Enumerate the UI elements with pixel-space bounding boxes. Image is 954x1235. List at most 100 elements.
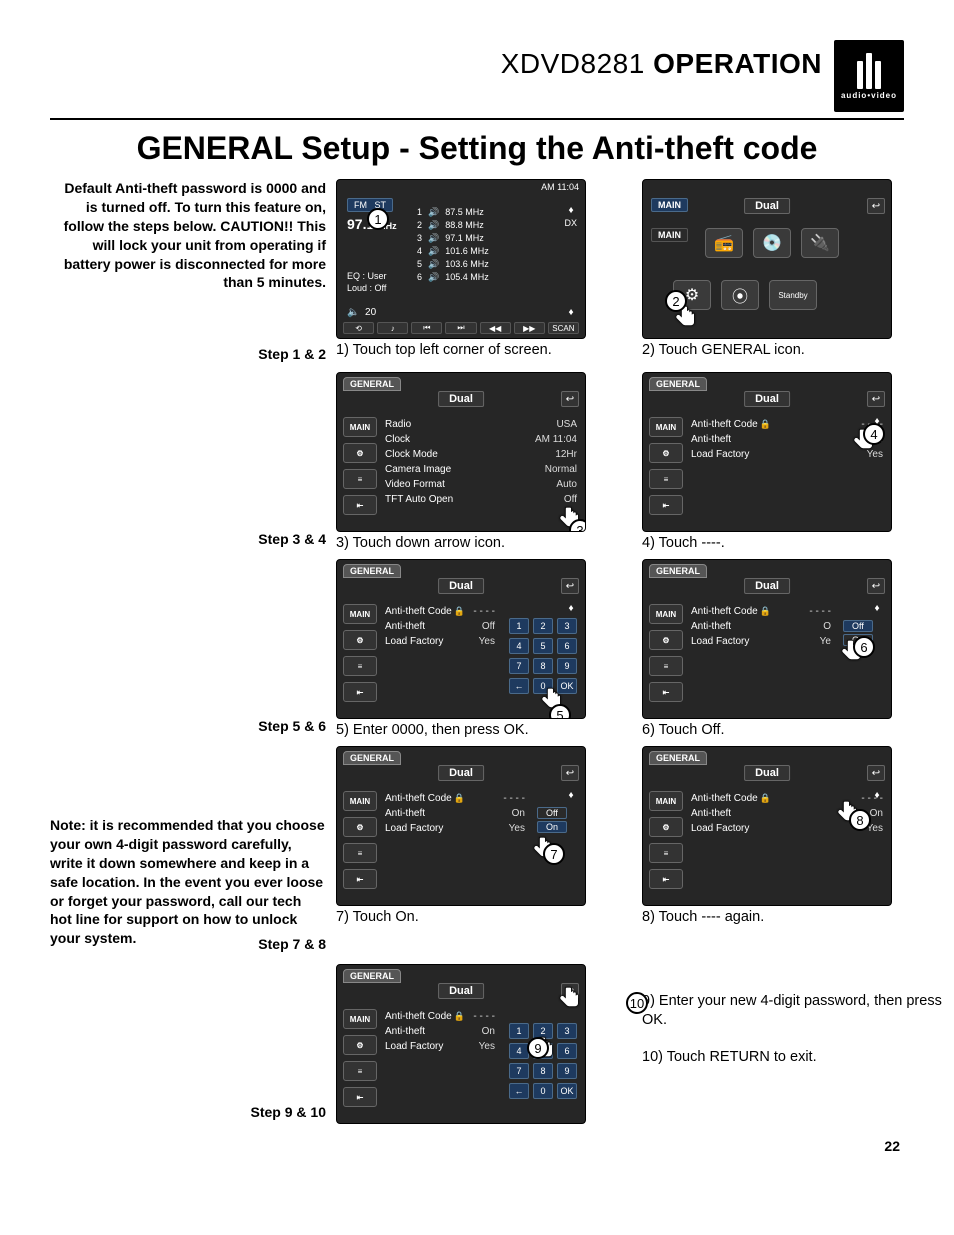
- bottom-buttons: ⟲♪⏮⏭◀◀▶▶SCAN: [343, 322, 579, 334]
- caption-4: 4) Touch ----.: [642, 535, 942, 551]
- side-eq-icon: ≡: [343, 1061, 377, 1081]
- side-eq-icon: ≡: [343, 656, 377, 676]
- option-off[interactable]: Off: [843, 620, 873, 632]
- screenshot-step4: GENERAL Dual ↩ MAIN ⚙ ≡ ⇤ Anti-theft Cod…: [642, 372, 892, 532]
- side-main: MAIN: [343, 1009, 377, 1029]
- side-exit-icon: ⇤: [649, 682, 683, 702]
- operation-label: OPERATION: [653, 48, 822, 79]
- up-arrow-icon: ♦: [871, 602, 883, 614]
- option-on[interactable]: On: [537, 821, 567, 833]
- general-tab: GENERAL: [343, 377, 401, 391]
- side-gear-icon: ⚙: [649, 443, 683, 463]
- return-icon: ↩: [561, 578, 579, 594]
- screenshot-step7: GENERAL Dual ↩ MAIN ⚙ ≡ ⇤ Anti-theft Cod…: [336, 746, 586, 906]
- disc-setup-icon: ⦿: [721, 280, 759, 310]
- screenshot-step6: GENERAL Dual ↩ MAIN ⚙ ≡ ⇤ Anti-theft Cod…: [642, 559, 892, 719]
- logo-subtext: audio•video: [841, 91, 897, 100]
- settings-list: Anti-theft Code- - - - Anti-theftOff Loa…: [385, 604, 495, 649]
- dual-badge: Dual: [744, 578, 790, 594]
- screenshot-step9: GENERAL Dual ↩ MAIN ⚙ ≡ ⇤ Anti-theft Cod…: [336, 964, 586, 1124]
- return-icon: ↩: [867, 198, 885, 214]
- up-arrow-icon: ♦: [871, 789, 883, 801]
- dual-badge: Dual: [744, 765, 790, 781]
- return-icon: ↩: [867, 391, 885, 407]
- side-exit-icon: ⇤: [649, 495, 683, 515]
- screenshot-step5: GENERAL Dual ↩ MAIN ⚙ ≡ ⇤ Anti-theft Cod…: [336, 559, 586, 719]
- side-main: MAIN: [649, 791, 683, 811]
- caption-3: 3) Touch down arrow icon.: [336, 535, 636, 551]
- lock-icon: [452, 606, 465, 617]
- settings-list: Anti-theft Code- - - - Anti-theftO Load …: [691, 604, 831, 649]
- caption-9: 9) Enter your new 4-digit password, then…: [642, 992, 942, 1030]
- side-main: MAIN: [343, 417, 377, 437]
- caption-7: 7) Touch On.: [336, 909, 636, 925]
- volume: 🔈 20: [347, 307, 376, 318]
- screenshot-step1: AM 11:04 FM ST 97.1 MHz DX 1🔊87.5 MHz 2🔊…: [336, 179, 586, 339]
- dual-badge: Dual: [744, 391, 790, 407]
- return-icon: ↩: [561, 391, 579, 407]
- step-label-78: Step 7 & 8: [50, 936, 330, 956]
- source-icon-3: 🔌: [801, 228, 839, 258]
- lock-icon: [758, 606, 771, 617]
- general-tab: GENERAL: [343, 969, 401, 983]
- lock-icon: [758, 419, 771, 430]
- screenshot-step8: GENERAL Dual ↩ MAIN ⚙ ≡ ⇤ Anti-theft Cod…: [642, 746, 892, 906]
- general-tab: GENERAL: [343, 564, 401, 578]
- return-icon: ↩: [561, 765, 579, 781]
- caption-1: 1) Touch top left corner of screen.: [336, 342, 636, 358]
- dual-badge: Dual: [438, 765, 484, 781]
- eq-info: EQ : UserLoud : Off: [347, 270, 387, 294]
- side-gear-icon: ⚙: [343, 443, 377, 463]
- intro-text: Default Anti-theft password is 0000 and …: [50, 179, 330, 292]
- side-main: MAIN: [343, 791, 377, 811]
- marker-1: 1: [367, 208, 389, 230]
- caption-10: 10) Touch RETURN to exit.: [642, 1048, 942, 1067]
- side-gear-icon: ⚙: [343, 630, 377, 650]
- step-label-12: Step 1 & 2: [50, 346, 330, 366]
- dual-badge: Dual: [438, 578, 484, 594]
- general-tab: GENERAL: [649, 377, 707, 391]
- marker-3: 3: [569, 519, 586, 532]
- settings-list: Anti-theft Code- - - - Anti-theftOn Load…: [385, 791, 525, 836]
- side-gear-icon: ⚙: [649, 817, 683, 837]
- band: FM: [354, 200, 367, 210]
- page-number: 22: [50, 1138, 904, 1154]
- option-off[interactable]: Off: [537, 807, 567, 819]
- side-main: MAIN: [649, 417, 683, 437]
- caption-2: 2) Touch GENERAL icon.: [642, 342, 942, 358]
- keypad[interactable]: 123 456 789 ←0OK: [509, 618, 577, 694]
- dx-indicator: DX: [564, 218, 577, 228]
- side-main: MAIN: [343, 604, 377, 624]
- page-title: GENERAL Setup - Setting the Anti-theft c…: [50, 130, 904, 167]
- step-label-910: Step 9 & 10: [50, 1104, 330, 1124]
- main-label: MAIN: [651, 198, 688, 212]
- side-exit-icon: ⇤: [343, 495, 377, 515]
- settings-list: RadioUSA ClockAM 11:04 Clock Mode12Hr Ca…: [385, 417, 577, 507]
- note-text: Note: it is recommended that you choose …: [50, 816, 326, 948]
- side-exit-icon: ⇤: [343, 869, 377, 889]
- side-eq-icon: ≡: [649, 656, 683, 676]
- side-exit-icon: ⇤: [343, 1087, 377, 1107]
- marker-8: 8: [849, 809, 871, 831]
- side-gear-icon: ⚙: [649, 630, 683, 650]
- side-exit-icon: ⇤: [649, 869, 683, 889]
- caption-6: 6) Touch Off.: [642, 722, 942, 738]
- up-arrow-icon: ♦: [565, 789, 577, 801]
- marker-5: 5: [549, 704, 571, 719]
- caption-8: 8) Touch ---- again.: [642, 909, 942, 925]
- preset-list: 1🔊87.5 MHz 2🔊88.8 MHz 3🔊97.1 MHz 4🔊101.6…: [417, 206, 489, 284]
- clock: AM 11:04: [541, 182, 579, 192]
- dual-logo: audio•video: [834, 40, 904, 112]
- general-tab: GENERAL: [649, 751, 707, 765]
- dual-badge: Dual: [438, 391, 484, 407]
- screenshot-step3: GENERAL Dual ↩ MAIN ⚙ ≡ ⇤ RadioUSA Clock…: [336, 372, 586, 532]
- dual-badge: Dual: [744, 198, 790, 214]
- page-header: XDVD8281 OPERATION: [501, 40, 822, 80]
- dual-badge: Dual: [438, 983, 484, 999]
- return-icon: ↩: [867, 765, 885, 781]
- side-exit-icon: ⇤: [343, 682, 377, 702]
- screenshot-step2: MAIN Dual ↩ MAIN 📻 💿 🔌 ⚙ ⦿ Standby 2: [642, 179, 892, 339]
- side-eq-icon: ≡: [343, 843, 377, 863]
- source-icon-2: 💿: [753, 228, 791, 258]
- up-arrow-icon: ♦: [565, 204, 577, 216]
